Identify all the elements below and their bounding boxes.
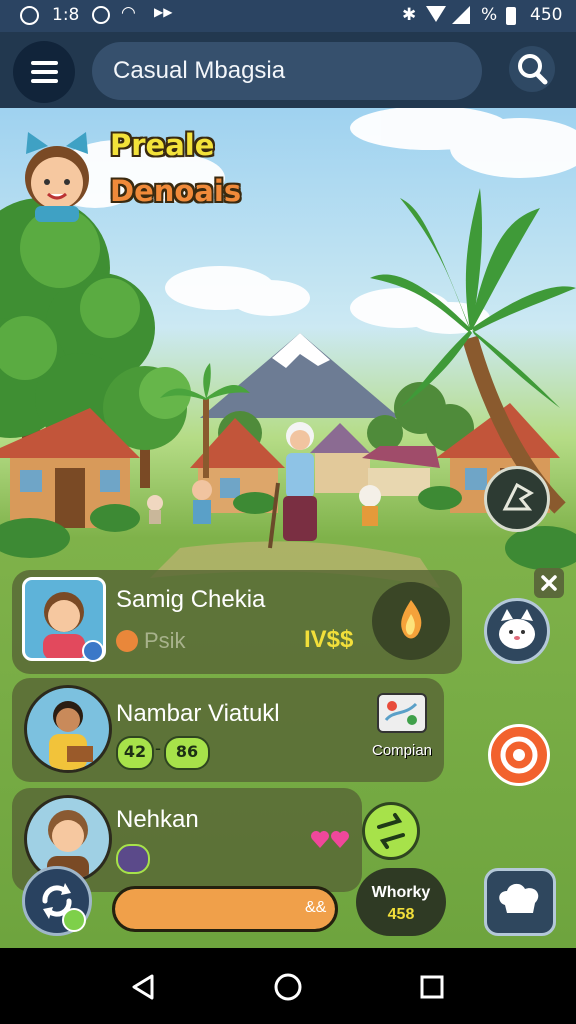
- cat-button[interactable]: [484, 598, 550, 664]
- recents-icon[interactable]: [418, 973, 446, 1001]
- map-button[interactable]: Compian: [362, 686, 442, 766]
- compass-icon: [502, 482, 534, 511]
- player-score: IV$$: [304, 626, 354, 653]
- back-icon[interactable]: [128, 972, 158, 1002]
- wifi-level: %: [481, 5, 498, 25]
- status-bar: 1:8 ◠ ▶▶ ✱ % 450: [0, 0, 576, 32]
- stat-badge: 42: [116, 736, 154, 770]
- player-name: Samig Chekia: [116, 586, 266, 613]
- flame-icon: [401, 600, 422, 639]
- map-label: Compian: [371, 742, 433, 759]
- progress-fill: [115, 889, 335, 929]
- chef-hat-icon: [499, 883, 539, 913]
- system-nav-bar: [0, 948, 576, 1024]
- stats-icon: [116, 844, 150, 874]
- search-field[interactable]: Casual Mbagsia: [92, 42, 482, 100]
- search-icon: [518, 54, 548, 85]
- bluetooth-icon: ✱: [402, 5, 417, 25]
- battery-icon: [506, 7, 516, 25]
- stat-badge: 86: [164, 736, 210, 770]
- search-value: Casual Mbagsia: [113, 57, 286, 84]
- shield-badge: [62, 908, 86, 932]
- close-button[interactable]: [534, 568, 564, 598]
- flame-button[interactable]: [372, 582, 450, 660]
- progress-bar: &&: [112, 886, 338, 932]
- status-time: 1:8: [52, 5, 80, 25]
- target-button[interactable]: [488, 724, 550, 786]
- status-dot: [82, 640, 104, 662]
- avatar: [24, 685, 112, 773]
- wifi-icon: ◠: [121, 3, 136, 23]
- player-tag: Psik: [144, 628, 186, 653]
- wallet-value: 458: [387, 906, 415, 923]
- cast-icon: ▶▶: [154, 5, 173, 19]
- target-icon: [500, 736, 538, 774]
- player-card[interactable]: Nambar Viatukl 42 - 86 Compian: [12, 678, 444, 782]
- search-button[interactable]: [509, 46, 555, 92]
- hearts-icon: [311, 831, 349, 848]
- menu-button[interactable]: [13, 41, 75, 103]
- player-name: Nambar Viatukl: [116, 700, 280, 727]
- tag-icon: [116, 630, 138, 652]
- swap-button[interactable]: [362, 802, 420, 860]
- close-icon: [541, 575, 557, 591]
- player-card[interactable]: Samig Chekia Psik IV$$: [12, 570, 462, 674]
- signal-bars-icon: [452, 6, 470, 24]
- signal-icon: [426, 6, 446, 22]
- cat-icon: [499, 609, 535, 649]
- notification-icon: [92, 6, 110, 24]
- home-icon[interactable]: [272, 971, 304, 1003]
- wallet-title: Whorky: [371, 884, 431, 901]
- compass-button[interactable]: [484, 466, 550, 532]
- chef-button[interactable]: [484, 868, 556, 936]
- game-overlay: Samig Chekia Psik IV$$ Nambar Viatukl 42…: [0, 108, 576, 948]
- wallet-panel[interactable]: Whorky 458: [356, 868, 446, 936]
- swap-icon: [377, 813, 405, 849]
- alarm-icon: [20, 6, 39, 25]
- map-icon: [377, 693, 427, 733]
- player-name: Nehkan: [116, 806, 199, 833]
- top-bar: Casual Mbagsia: [0, 32, 576, 108]
- battery-value: 450: [530, 5, 563, 25]
- progress-label: &&: [305, 899, 327, 916]
- stat-separator: -: [155, 738, 161, 758]
